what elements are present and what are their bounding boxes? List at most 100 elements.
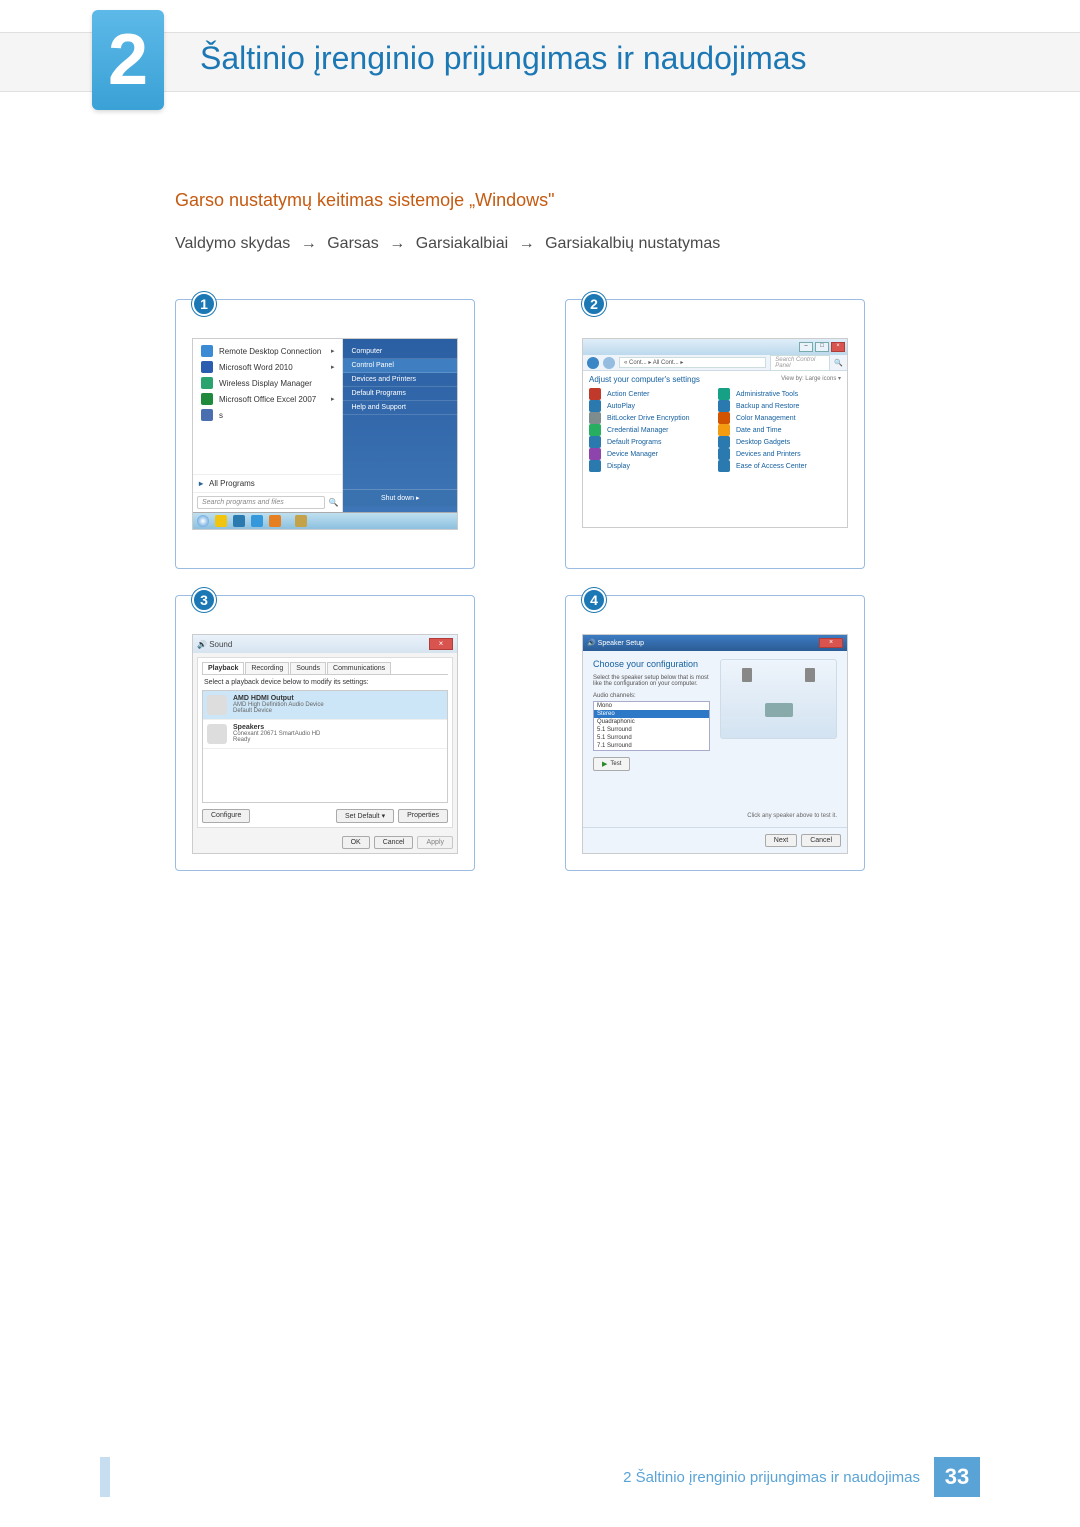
navigation-path: Valdymo skydas → Garsas → Garsiakalbiai … xyxy=(175,235,980,253)
minimize-button[interactable]: – xyxy=(799,342,813,352)
start-search-input[interactable]: Search programs and files xyxy=(197,496,325,509)
start-menu-item[interactable]: Remote Desktop Connection▸ xyxy=(197,343,338,359)
control-panel-item[interactable]: AutoPlay xyxy=(589,400,712,412)
properties-button[interactable]: Properties xyxy=(398,809,448,823)
window-title: 🔊 Sound xyxy=(197,640,232,649)
start-menu-item[interactable]: s xyxy=(197,407,338,423)
start-right-link[interactable]: Default Programs xyxy=(343,387,457,401)
set-default-button[interactable]: Set Default ▾ xyxy=(336,809,394,823)
sound-tab[interactable]: Communications xyxy=(327,662,391,674)
close-button[interactable]: × xyxy=(429,638,453,650)
control-panel-item[interactable]: Action Center xyxy=(589,388,712,400)
program-icon xyxy=(201,377,213,389)
control-panel-item[interactable]: Device Manager xyxy=(589,448,712,460)
program-label: Remote Desktop Connection xyxy=(219,347,321,356)
control-panel-item-icon xyxy=(589,436,601,448)
breadcrumb[interactable]: « Cont... ▸ All Cont... ▸ xyxy=(619,357,766,368)
sound-tab[interactable]: Recording xyxy=(245,662,289,674)
next-button[interactable]: Next xyxy=(765,834,797,847)
page-header: 2 Šaltinio įrenginio prijungimas ir naud… xyxy=(0,0,1080,120)
audio-channel-option[interactable]: Stereo xyxy=(594,710,709,718)
program-icon xyxy=(201,345,213,357)
dialog-footer: OK Cancel Apply xyxy=(193,832,457,853)
page-footer: 2 Šaltinio įrenginio prijungimas ir naud… xyxy=(0,1457,1080,1497)
playback-device[interactable]: SpeakersConexant 20671 SmartAudio HDRead… xyxy=(203,720,447,749)
sound-instruction-text: Select a playback device below to modify… xyxy=(202,675,448,690)
audio-channel-option[interactable]: Mono xyxy=(594,702,709,710)
forward-button[interactable] xyxy=(603,357,615,369)
figure-3: 3 🔊 Sound × PlaybackRecordingSoundsCommu… xyxy=(175,595,475,871)
start-orb-icon[interactable] xyxy=(197,515,209,527)
back-button[interactable] xyxy=(587,357,599,369)
playback-device[interactable]: AMD HDMI OutputAMD High Definition Audio… xyxy=(203,691,447,720)
control-panel-item[interactable]: BitLocker Drive Encryption xyxy=(589,412,712,424)
window-titlebar: – □ × xyxy=(583,339,847,355)
section-heading: Garso nustatymų keitimas sistemoje „Wind… xyxy=(175,190,980,211)
audio-channel-option[interactable]: Quadraphonic xyxy=(594,718,709,726)
cancel-button[interactable]: Cancel xyxy=(374,836,414,849)
control-panel-item[interactable]: Administrative Tools xyxy=(718,388,841,400)
control-panel-item-label: Backup and Restore xyxy=(736,403,799,410)
control-panel-item-icon xyxy=(718,436,730,448)
control-panel-item[interactable]: Color Management xyxy=(718,412,841,424)
figure-2: 2 – □ × « Cont... ▸ All Cont... ▸ Search… xyxy=(565,299,865,569)
start-right-link[interactable]: Help and Support xyxy=(343,401,457,415)
start-menu-left: Remote Desktop Connection▸Microsoft Word… xyxy=(193,339,343,512)
cancel-button[interactable]: Cancel xyxy=(801,834,841,847)
audio-channel-option[interactable]: 7.1 Surround xyxy=(594,742,709,750)
all-programs-link[interactable]: All Programs xyxy=(193,474,342,492)
audio-channel-option[interactable]: 5.1 Surround xyxy=(594,734,709,742)
control-panel-search[interactable]: Search Control Panel xyxy=(770,355,830,371)
audio-channel-option[interactable]: 5.1 Surround xyxy=(594,726,709,734)
close-button[interactable]: × xyxy=(831,342,845,352)
control-panel-item[interactable]: Date and Time xyxy=(718,424,841,436)
path-step-3: Garsiakalbiai xyxy=(416,235,508,252)
taskbar-app-icon[interactable] xyxy=(269,515,281,527)
start-menu-item[interactable]: Microsoft Word 2010▸ xyxy=(197,359,338,375)
apply-button[interactable]: Apply xyxy=(417,836,453,849)
control-panel-item-label: AutoPlay xyxy=(607,403,635,410)
control-panel-item-label: Default Programs xyxy=(607,439,661,446)
configure-button[interactable]: Configure xyxy=(202,809,250,823)
figure-number: 2 xyxy=(582,292,606,316)
sound-tab[interactable]: Playback xyxy=(202,662,244,674)
control-panel-item[interactable]: Display xyxy=(589,460,712,472)
ok-button[interactable]: OK xyxy=(342,836,370,849)
start-right-link[interactable]: Control Panel xyxy=(343,359,457,373)
control-panel-item[interactable]: Ease of Access Center xyxy=(718,460,841,472)
path-step-2: Garsas xyxy=(327,235,379,252)
control-panel-item[interactable]: Desktop Gadgets xyxy=(718,436,841,448)
dialog-footer: Next Cancel xyxy=(583,827,847,853)
program-label: Wireless Display Manager xyxy=(219,379,312,388)
chapter-number-badge: 2 xyxy=(92,10,164,110)
start-right-link[interactable]: Computer xyxy=(343,345,457,359)
taskbar-explorer-icon[interactable] xyxy=(215,515,227,527)
taskbar-ie-icon[interactable] xyxy=(251,515,263,527)
shutdown-button[interactable]: Shut down ▸ xyxy=(343,489,457,506)
taskbar-app-icon[interactable] xyxy=(233,515,245,527)
control-panel-item[interactable]: Backup and Restore xyxy=(718,400,841,412)
taskbar-app-icon[interactable] xyxy=(295,515,307,527)
control-panel-subtitle: Adjust your computer's settings xyxy=(589,375,700,384)
maximize-button[interactable]: □ xyxy=(815,342,829,352)
control-panel-item-icon xyxy=(589,460,601,472)
view-by-dropdown[interactable]: View by: Large icons ▾ xyxy=(781,375,841,384)
speaker-icon[interactable] xyxy=(805,668,815,682)
control-panel-item-icon xyxy=(589,448,601,460)
speaker-icon[interactable] xyxy=(742,668,752,682)
control-panel-item[interactable]: Devices and Printers xyxy=(718,448,841,460)
control-panel-item[interactable]: Default Programs xyxy=(589,436,712,448)
start-menu-item[interactable]: Microsoft Office Excel 2007▸ xyxy=(197,391,338,407)
control-panel-item-icon xyxy=(589,424,601,436)
test-button[interactable]: Test xyxy=(593,757,630,771)
close-button[interactable]: × xyxy=(819,638,843,648)
control-panel-item[interactable]: Credential Manager xyxy=(589,424,712,436)
start-right-link[interactable]: Devices and Printers xyxy=(343,373,457,387)
start-menu-item[interactable]: Wireless Display Manager xyxy=(197,375,338,391)
path-step-1: Valdymo skydas xyxy=(175,235,290,252)
audio-channels-listbox[interactable]: MonoStereoQuadraphonic5.1 Surround5.1 Su… xyxy=(593,701,710,751)
sound-tab[interactable]: Sounds xyxy=(290,662,326,674)
chevron-right-icon: ▸ xyxy=(331,363,335,371)
playback-device-list[interactable]: AMD HDMI OutputAMD High Definition Audio… xyxy=(202,690,448,803)
control-panel-item-label: Ease of Access Center xyxy=(736,463,807,470)
